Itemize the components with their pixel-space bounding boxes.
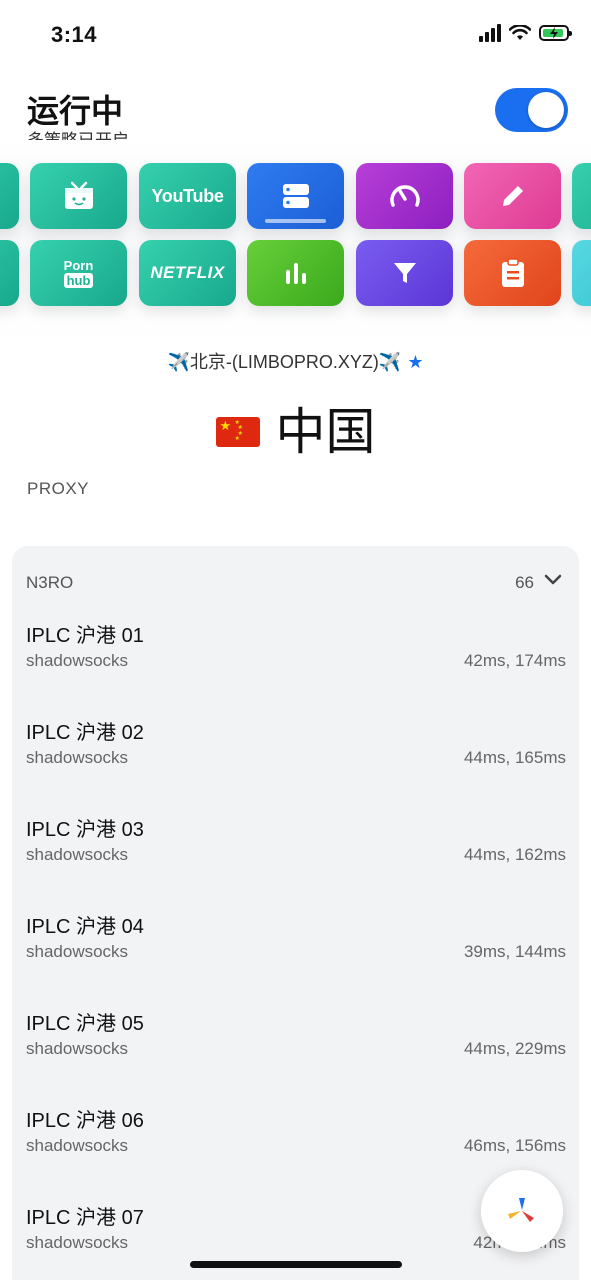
- group-name[interactable]: N3RO: [26, 573, 73, 593]
- filter-icon: [393, 263, 416, 283]
- proxy-row[interactable]: IPLC 沪港 03 shadowsocks 44ms, 162ms: [26, 813, 566, 893]
- pornhub-label-bottom: hub: [63, 272, 94, 288]
- proxy-latency: 46ms, 156ms: [463, 1136, 566, 1155]
- netflix-label: NETFLIX: [150, 263, 225, 282]
- clipboard-tile[interactable]: [464, 240, 561, 306]
- active-indicator: [265, 219, 326, 223]
- status-time: 3:14: [51, 22, 98, 47]
- chevron-down-icon[interactable]: [544, 574, 562, 586]
- wifi-icon: [509, 25, 531, 40]
- servers-tile[interactable]: [247, 163, 344, 229]
- proxy-protocol: shadowsocks: [26, 1039, 129, 1058]
- stats-tile[interactable]: [247, 240, 344, 306]
- battery-icon: [539, 25, 572, 41]
- netflix-tile[interactable]: NETFLIX: [139, 240, 236, 306]
- signal-icon: [479, 24, 501, 42]
- bilibili-tile[interactable]: [30, 163, 127, 229]
- proxy-protocol: shadowsocks: [26, 748, 129, 767]
- pencil-icon: [502, 186, 523, 206]
- edge-tile-left-2[interactable]: [0, 240, 19, 306]
- tv-icon: [64, 181, 93, 209]
- proxy-protocol: shadowsocks: [26, 845, 129, 864]
- run-toggle[interactable]: [495, 88, 568, 132]
- proxy-row[interactable]: IPLC 沪港 02 shadowsocks 44ms, 165ms: [26, 716, 566, 796]
- pornhub-label-top: Porn: [63, 257, 94, 273]
- current-node[interactable]: ✈️北京-(LIMBOPRO.XYZ)✈️ ★: [0, 348, 591, 374]
- proxy-protocol: shadowsocks: [26, 651, 129, 670]
- proxy-protocol: shadowsocks: [26, 942, 129, 961]
- current-country: ★ ★ ★ ★ ★ 中国: [0, 392, 591, 464]
- filter-tile[interactable]: [356, 240, 453, 306]
- proxy-latency: 39ms, 144ms: [463, 942, 566, 961]
- proxy-name: IPLC 沪港 01: [26, 625, 144, 647]
- bar-chart-icon: [285, 263, 306, 284]
- pinwheel-icon: [508, 1198, 534, 1222]
- proxy-name: IPLC 沪港 06: [26, 1110, 144, 1132]
- proxy-name: IPLC 沪港 03: [26, 819, 144, 841]
- server-icon: [282, 184, 309, 208]
- proxy-name: IPLC 沪港 05: [26, 1013, 144, 1035]
- youtube-tile[interactable]: YouTube: [139, 163, 236, 229]
- edge-tile-left-1[interactable]: [0, 163, 19, 229]
- pornhub-tile[interactable]: Porn hub: [30, 240, 127, 306]
- floating-action-button[interactable]: [481, 1170, 563, 1252]
- proxy-name: IPLC 沪港 02: [26, 722, 144, 744]
- proxy-name: IPLC 沪港 04: [26, 916, 144, 938]
- proxy-row[interactable]: IPLC 沪港 05 shadowsocks 44ms, 229ms: [26, 1007, 566, 1087]
- clipboard-icon: [501, 258, 524, 287]
- youtube-label: YouTube: [151, 185, 224, 206]
- proxy-row[interactable]: IPLC 沪港 06 shadowsocks 46ms, 156ms: [26, 1104, 566, 1184]
- app-screen: 3:14 运行中 多策略已开启 YouTube: [0, 0, 591, 1280]
- toggle-knob: [528, 92, 564, 128]
- home-indicator: [190, 1261, 402, 1268]
- proxy-name: IPLC 沪港 07: [26, 1207, 144, 1229]
- proxy-latency: 44ms, 165ms: [463, 748, 566, 767]
- proxy-protocol: shadowsocks: [26, 1233, 129, 1252]
- proxy-latency: 42ms, 174ms: [463, 651, 566, 670]
- current-node-label: ✈️北京-(LIMBOPRO.XYZ)✈️: [167, 352, 402, 372]
- proxy-protocol: shadowsocks: [26, 1136, 129, 1155]
- group-count: 66: [515, 573, 534, 592]
- proxy-latency: 44ms, 229ms: [463, 1039, 566, 1058]
- gauge-icon: [389, 185, 420, 207]
- edge-tile-right-1[interactable]: [572, 163, 591, 229]
- star-icon[interactable]: ★: [407, 352, 423, 372]
- china-flag-icon: ★ ★ ★ ★ ★: [215, 416, 260, 447]
- country-name: 中国: [275, 404, 376, 460]
- proxy-row[interactable]: IPLC 沪港 04 shadowsocks 39ms, 144ms: [26, 910, 566, 990]
- edit-tile[interactable]: [464, 163, 561, 229]
- status-icons: [479, 24, 572, 42]
- speedometer-tile[interactable]: [356, 163, 453, 229]
- proxy-row[interactable]: IPLC 沪港 01 shadowsocks 42ms, 174ms: [26, 619, 566, 699]
- section-label: PROXY: [27, 479, 90, 498]
- proxy-latency: 44ms, 162ms: [463, 845, 566, 864]
- edge-tile-right-2[interactable]: [572, 240, 591, 306]
